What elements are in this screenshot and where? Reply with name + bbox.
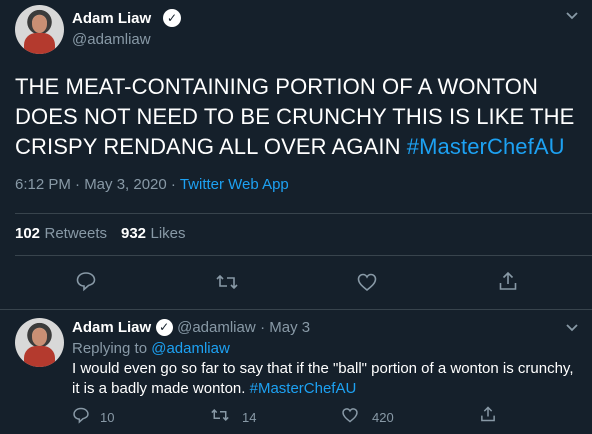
reply-action-like[interactable]: 420 — [341, 406, 394, 429]
divider — [0, 309, 592, 310]
retweet-count: 14 — [242, 410, 257, 425]
likes-stat[interactable]: 932 Likes — [121, 225, 186, 243]
tweet-source[interactable]: Twitter Web App — [180, 176, 289, 193]
chevron-down-icon[interactable] — [565, 320, 579, 338]
likes-label: Likes — [150, 225, 186, 242]
share-icon[interactable] — [497, 270, 519, 297]
tweet-text-line: CRISPY RENDANG ALL OVER AGAIN #MasterChe… — [15, 132, 585, 162]
reply-icon[interactable] — [75, 270, 97, 297]
hashtag-link[interactable]: #MasterChefAU — [407, 134, 565, 159]
hashtag-link[interactable]: #MasterChefAU — [250, 380, 357, 397]
retweets-stat[interactable]: 102 Retweets — [15, 225, 107, 243]
author-handle[interactable]: @adamliaw — [72, 31, 151, 48]
reply-text-line: I would even go so far to say that if th… — [72, 360, 574, 377]
reply-text-line: it is a badly made wonton. #MasterChefAU — [72, 379, 587, 399]
tweet-timestamp[interactable]: 6:12 PM · May 3, 2020 · — [15, 176, 180, 193]
tweet-text-line: DOES NOT NEED TO BE CRUNCHY THIS IS LIKE… — [15, 104, 575, 129]
replying-to-prefix: Replying to — [72, 340, 152, 357]
reply-action-retweet[interactable]: 14 — [210, 406, 256, 429]
replying-to-handle[interactable]: @adamliaw — [151, 340, 230, 357]
verified-badge-icon: ✓ — [163, 9, 181, 27]
tweet-text-segment: CRISPY RENDANG ALL OVER AGAIN — [15, 134, 407, 159]
retweets-count: 102 — [15, 225, 41, 242]
replying-to: Replying to @adamliaw — [72, 340, 230, 357]
divider — [15, 213, 592, 214]
like-icon[interactable] — [356, 271, 378, 298]
tweet-text-line: THE MEAT-CONTAINING PORTION OF A WONTON — [15, 74, 538, 99]
retweets-label: Retweets — [44, 225, 108, 242]
tweet-text: THE MEAT-CONTAINING PORTION OF A WONTON … — [15, 72, 585, 162]
reply-author-handle[interactable]: @adamliaw — [177, 319, 256, 336]
reply-text-segment: it is a badly made wonton. — [72, 380, 250, 397]
like-count: 420 — [372, 410, 394, 425]
likes-count: 932 — [121, 225, 147, 242]
retweet-icon[interactable] — [215, 271, 239, 298]
reply-count: 10 — [100, 410, 115, 425]
reply-text: I would even go so far to say that if th… — [72, 359, 587, 399]
reply-author-name[interactable]: Adam Liaw — [72, 319, 151, 336]
share-icon[interactable] — [479, 405, 497, 428]
avatar[interactable] — [15, 5, 64, 54]
author-name[interactable]: Adam Liaw — [72, 10, 151, 27]
reply-header: Adam Liaw ✓ @adamliaw · May 3 — [72, 319, 310, 337]
reply-avatar[interactable] — [15, 318, 64, 367]
like-icon — [341, 406, 359, 429]
reply-date[interactable]: · May 3 — [260, 319, 310, 336]
chevron-down-icon[interactable] — [565, 8, 579, 26]
verified-badge-icon: ✓ — [155, 319, 173, 337]
reply-icon — [72, 406, 90, 429]
tweet-meta: 6:12 PM · May 3, 2020 · Twitter Web App — [15, 176, 289, 193]
reply-action-reply[interactable]: 10 — [72, 406, 114, 429]
divider — [15, 255, 592, 256]
retweet-icon — [210, 406, 230, 429]
